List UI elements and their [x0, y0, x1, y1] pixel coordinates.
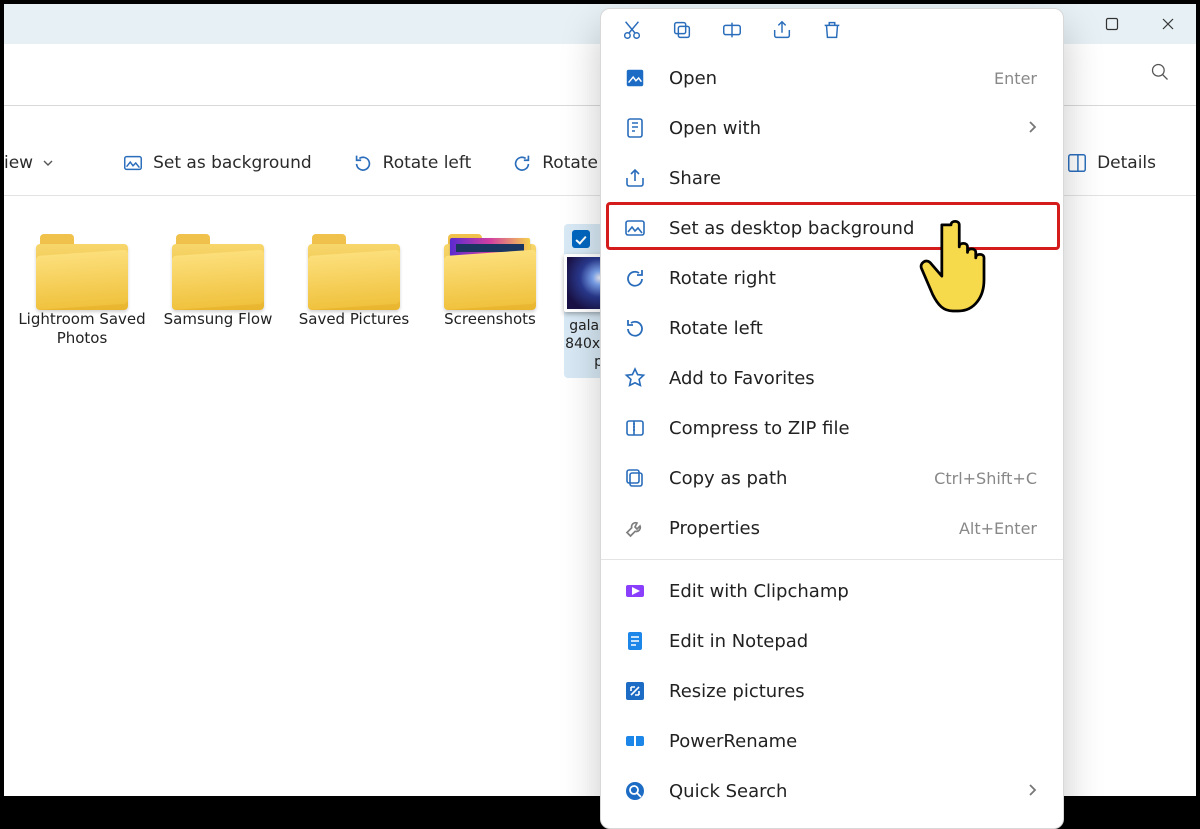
open-with-icon — [623, 116, 647, 140]
menu-open-label: Open — [669, 68, 717, 89]
star-icon — [623, 366, 647, 390]
rotate-left-label: Rotate left — [383, 153, 472, 173]
share-menu-icon — [623, 166, 647, 190]
clipchamp-icon — [623, 579, 647, 603]
menu-copy-path[interactable]: Copy as path Ctrl+Shift+C — [601, 453, 1063, 503]
chevron-right-icon — [1027, 118, 1037, 139]
menu-open[interactable]: Open Enter — [601, 53, 1063, 103]
menu-add-favorites[interactable]: Add to Favorites — [601, 353, 1063, 403]
context-menu: Open Enter Open with Share Set as deskto… — [600, 8, 1064, 829]
menu-shortcut: Alt+Enter — [959, 519, 1037, 538]
details-icon — [1066, 152, 1088, 174]
menu-resize-pictures[interactable]: Resize pictures — [601, 666, 1063, 716]
folder-item[interactable]: SE Screenshots — [426, 224, 554, 329]
menu-share[interactable]: Share — [601, 153, 1063, 203]
menu-quick-search[interactable]: Quick Search — [601, 766, 1063, 816]
details-label: Details — [1097, 153, 1156, 173]
menu-properties[interactable]: Properties Alt+Enter — [601, 503, 1063, 553]
menu-label: Edit with Clipchamp — [669, 581, 849, 602]
folder-label: Saved Pictures — [299, 310, 410, 329]
menu-open-with[interactable]: Open with — [601, 103, 1063, 153]
menu-compress-zip[interactable]: Compress to ZIP file — [601, 403, 1063, 453]
rotate-left-icon — [352, 152, 374, 174]
folder-item[interactable]: Lightroom Saved Photos — [18, 224, 146, 348]
menu-label: Edit in Notepad — [669, 631, 808, 652]
rotate-right-icon — [511, 152, 533, 174]
cut-icon[interactable] — [621, 19, 643, 45]
menu-rotate-right[interactable]: Rotate right — [601, 253, 1063, 303]
menu-label: Properties — [669, 518, 760, 539]
notepad-icon — [623, 629, 647, 653]
close-button[interactable] — [1140, 4, 1196, 44]
menu-label: Copy as path — [669, 468, 787, 489]
details-pane-button[interactable]: Details — [1052, 146, 1170, 180]
delete-icon[interactable] — [821, 19, 843, 45]
wrench-icon — [623, 516, 647, 540]
rotate-left-menu-icon — [623, 316, 647, 340]
menu-label: Resize pictures — [669, 681, 805, 702]
view-dropdown[interactable]: iew — [4, 147, 68, 179]
menu-edit-notepad[interactable]: Edit in Notepad — [601, 616, 1063, 666]
menu-label: Open with — [669, 118, 761, 139]
menu-label: Add to Favorites — [669, 368, 815, 389]
set-as-background-button[interactable]: Set as background — [108, 146, 326, 180]
set-as-background-label: Set as background — [153, 153, 312, 173]
menu-set-desktop-background[interactable]: Set as desktop background — [601, 203, 1063, 253]
maximize-button[interactable] — [1084, 4, 1140, 44]
folder-item[interactable]: Saved Pictures — [290, 224, 418, 329]
menu-label: Set as desktop background — [669, 218, 914, 239]
selection-check-icon — [572, 230, 590, 248]
zip-icon — [623, 416, 647, 440]
set-background-icon — [122, 152, 144, 174]
copy-icon[interactable] — [671, 19, 693, 45]
menu-shortcut: Ctrl+Shift+C — [934, 469, 1037, 488]
share-icon[interactable] — [771, 19, 793, 45]
open-icon — [623, 66, 647, 90]
quick-search-icon — [623, 779, 647, 803]
chevron-right-icon — [1027, 781, 1037, 802]
menu-power-rename[interactable]: PowerRename — [601, 716, 1063, 766]
menu-rotate-left[interactable]: Rotate left — [601, 303, 1063, 353]
menu-separator — [601, 559, 1063, 560]
menu-label: Quick Search — [669, 781, 787, 802]
menu-label: Share — [669, 168, 721, 189]
folder-item[interactable]: Samsung Flow — [154, 224, 282, 329]
menu-edit-clipchamp[interactable]: Edit with Clipchamp — [601, 566, 1063, 616]
quick-actions-row — [601, 15, 1063, 53]
rename-icon[interactable] — [721, 19, 743, 45]
rotate-left-button[interactable]: Rotate left — [338, 146, 486, 180]
folder-label: Samsung Flow — [164, 310, 273, 329]
view-label: iew — [4, 153, 33, 173]
search-icon[interactable] — [1150, 62, 1170, 86]
copy-path-icon — [623, 466, 647, 490]
set-desktop-bg-icon — [623, 216, 647, 240]
power-rename-icon — [623, 729, 647, 753]
menu-label: PowerRename — [669, 731, 797, 752]
window-frame: iew Set as background Rotate left Rotate… — [0, 0, 1200, 800]
menu-label: Compress to ZIP file — [669, 418, 850, 439]
rotate-right-menu-icon — [623, 266, 647, 290]
menu-open-shortcut: Enter — [994, 69, 1037, 88]
folder-label: Screenshots — [444, 310, 536, 329]
resize-icon — [623, 679, 647, 703]
menu-label: Rotate right — [669, 268, 776, 289]
folder-label: Lightroom Saved Photos — [18, 310, 145, 348]
menu-label: Rotate left — [669, 318, 763, 339]
